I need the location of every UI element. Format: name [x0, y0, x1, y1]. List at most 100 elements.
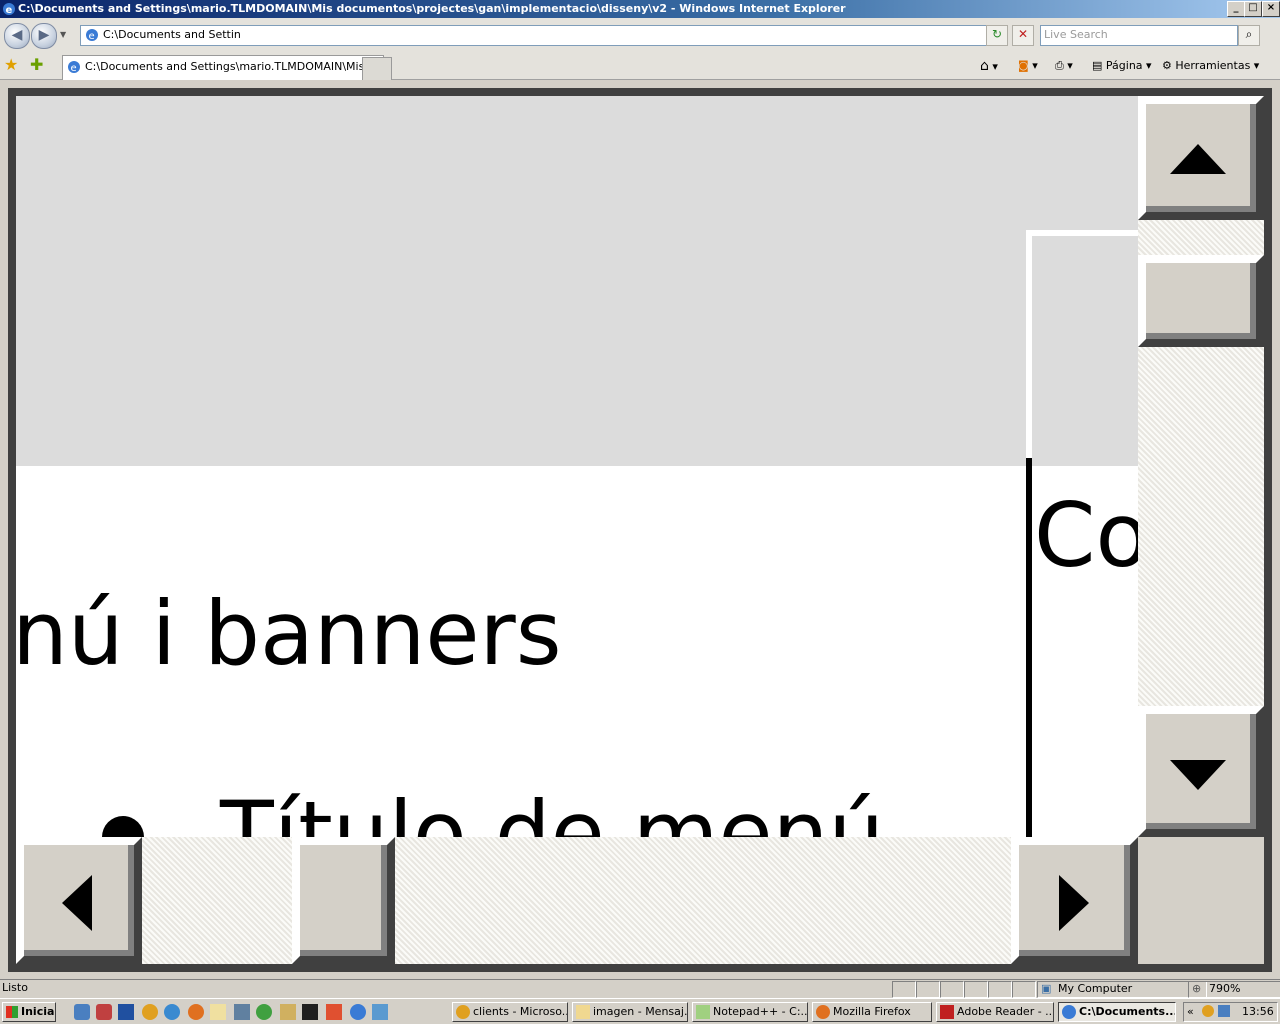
security-zone[interactable]: ▣ My Computer: [1037, 981, 1207, 998]
start-label: Inicia: [21, 1005, 55, 1018]
taskbar-item-label: C:\Documents...: [1079, 1005, 1176, 1018]
favorites-star-icon[interactable]: ★: [4, 56, 22, 74]
feeds-button[interactable]: ◙ ▾: [1018, 57, 1038, 75]
tab-toolbar: ★ ✚ e C:\Documents and Settings\mario.TL…: [0, 52, 1280, 80]
windows-logo-icon: [6, 1006, 18, 1018]
printer-icon: ⎙: [1055, 59, 1064, 72]
left-arrow-icon: [62, 875, 92, 931]
page-menu-button[interactable]: ▤ Página ▾: [1092, 57, 1152, 75]
window-title: C:\Documents and Settings\mario.TLMDOMAI…: [18, 2, 846, 15]
scrollbar-corner: [1138, 837, 1264, 964]
right-column-label: Co: [1034, 484, 1138, 587]
home-button[interactable]: ⌂ ▾: [980, 57, 998, 75]
scroll-up-button[interactable]: [1138, 96, 1264, 220]
address-text: C:\Documents and Settin: [103, 28, 241, 41]
quicklaunch-notepad-icon[interactable]: [210, 1004, 226, 1020]
taskbar-item-label: Mozilla Firefox: [833, 1005, 911, 1018]
close-button[interactable]: ×: [1262, 1, 1280, 17]
page-viewport: enú i banners Co Título de menú: [16, 96, 1138, 837]
header-band: [16, 96, 1138, 466]
up-arrow-icon: [1170, 144, 1226, 174]
down-arrow-icon: [1170, 760, 1226, 790]
start-button[interactable]: Inicia: [2, 1002, 56, 1022]
taskbar-item-label: imagen - Mensaj...: [593, 1005, 688, 1018]
quicklaunch-app-icon[interactable]: [280, 1004, 296, 1020]
search-button[interactable]: ⌕: [1238, 25, 1260, 46]
tray-network-icon[interactable]: [1218, 1005, 1230, 1017]
minimize-button[interactable]: _: [1227, 1, 1245, 17]
svg-text:e: e: [71, 63, 77, 74]
stop-button[interactable]: ✕: [1012, 25, 1034, 46]
taskbar-item[interactable]: Notepad++ - C:...: [692, 1002, 808, 1022]
quicklaunch-app-icon[interactable]: [164, 1004, 180, 1020]
status-cell: [916, 981, 940, 998]
address-toolbar: ◀ ▶ ▼ e C:\Documents and Settin ▼ ↻ ✕ Li…: [0, 18, 1280, 52]
firefox-icon: [816, 1005, 830, 1019]
ie-icon: e: [3, 3, 15, 16]
computer-icon: ▣: [1041, 982, 1052, 995]
maximize-button[interactable]: □: [1244, 1, 1262, 17]
taskbar-item-label: Adobe Reader - ...: [957, 1005, 1054, 1018]
horizontal-scroll-thumb[interactable]: [292, 837, 395, 964]
mail-icon: [576, 1005, 590, 1019]
system-tray: « 13:56: [1183, 1002, 1278, 1022]
taskbar-item[interactable]: imagen - Mensaj...: [572, 1002, 688, 1022]
forward-arrow-icon: ▶: [38, 27, 50, 43]
box-border-top: [1026, 230, 1138, 236]
address-input[interactable]: e C:\Documents and Settin ▼: [80, 25, 1004, 46]
search-input[interactable]: Live Search: [1040, 25, 1238, 46]
tray-expand-icon[interactable]: «: [1187, 1003, 1194, 1021]
gear-icon: ⚙: [1162, 59, 1172, 72]
quicklaunch-app-icon[interactable]: [74, 1004, 90, 1020]
quicklaunch-app-icon[interactable]: [326, 1004, 342, 1020]
status-cell: [940, 981, 964, 998]
quicklaunch-app-icon[interactable]: [234, 1004, 250, 1020]
new-tab-button[interactable]: [362, 57, 392, 80]
quicklaunch-app-icon[interactable]: [372, 1004, 388, 1020]
tools-menu-label: Herramientas: [1175, 59, 1251, 72]
quicklaunch-app-icon[interactable]: [256, 1004, 272, 1020]
tray-app-icon[interactable]: [1202, 1005, 1214, 1017]
status-bar: Listo ▣ My Computer ⊕ 790% ▼: [0, 979, 1280, 998]
menu-title: Título de menú: [220, 782, 885, 838]
page-menu-label: Página: [1105, 59, 1143, 72]
svg-text:e: e: [89, 31, 95, 42]
add-favorites-icon[interactable]: ✚: [30, 56, 48, 74]
taskbar-item-label: clients - Microso...: [473, 1005, 568, 1018]
print-button[interactable]: ⎙ ▾: [1055, 57, 1073, 75]
box-border-left: [1026, 230, 1032, 462]
zoom-icon: ⊕: [1192, 982, 1202, 995]
status-cell: [988, 981, 1012, 998]
history-dropdown-icon[interactable]: ▼: [60, 30, 70, 40]
taskbar-item[interactable]: clients - Microso...: [452, 1002, 568, 1022]
quicklaunch-cmd-icon[interactable]: [302, 1004, 318, 1020]
scroll-right-button[interactable]: [1011, 837, 1138, 964]
zoom-control[interactable]: ⊕ 790% ▼: [1188, 981, 1280, 998]
tools-menu-button[interactable]: ⚙ Herramientas ▾: [1162, 57, 1259, 75]
notepad-icon: [696, 1005, 710, 1019]
forward-button[interactable]: ▶: [31, 23, 57, 49]
quicklaunch-app-icon[interactable]: [96, 1004, 112, 1020]
quicklaunch-app-icon[interactable]: [142, 1004, 158, 1020]
quicklaunch-ie-icon[interactable]: [350, 1004, 366, 1020]
back-arrow-icon: ◀: [11, 27, 23, 43]
taskbar-item[interactable]: Mozilla Firefox: [812, 1002, 932, 1022]
scroll-left-button[interactable]: [16, 837, 142, 964]
quicklaunch-app-icon[interactable]: [118, 1004, 134, 1020]
ie-icon: [1062, 1005, 1076, 1019]
tab-active[interactable]: e C:\Documents and Settings\mario.TLMDOM…: [62, 55, 384, 80]
taskbar-item[interactable]: Adobe Reader - ...: [936, 1002, 1054, 1022]
back-button[interactable]: ◀: [4, 23, 30, 49]
refresh-button[interactable]: ↻: [986, 25, 1008, 46]
taskbar: Inicia clients - Microso... imagen - Men…: [0, 998, 1280, 1024]
vertical-scroll-thumb[interactable]: [1138, 255, 1264, 347]
bullet-icon: [102, 816, 144, 837]
page-icon: e: [86, 29, 98, 42]
home-icon: ⌂: [980, 58, 989, 74]
taskbar-item-active[interactable]: C:\Documents...: [1058, 1002, 1176, 1022]
quicklaunch-firefox-icon[interactable]: [188, 1004, 204, 1020]
horizontal-scrollbar[interactable]: [16, 837, 1138, 964]
zoom-level: 790%: [1209, 982, 1241, 995]
scroll-down-button[interactable]: [1138, 706, 1264, 837]
page-icon: ▤: [1092, 59, 1103, 72]
